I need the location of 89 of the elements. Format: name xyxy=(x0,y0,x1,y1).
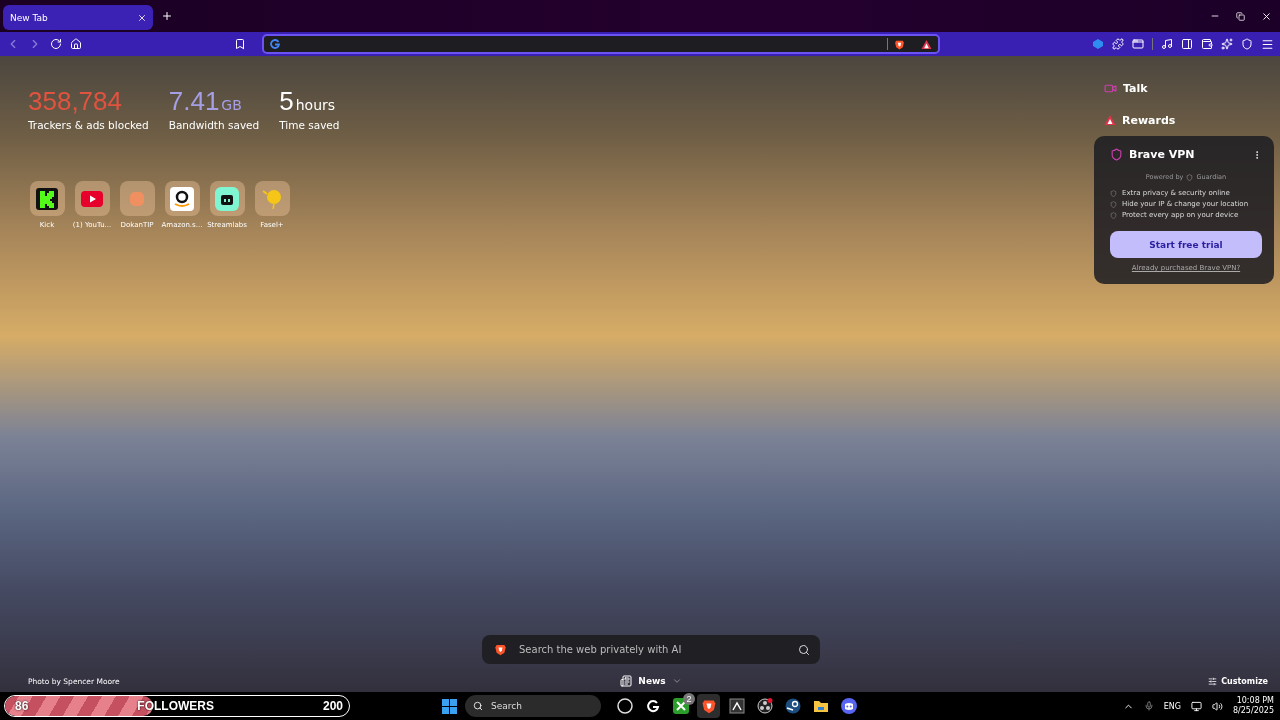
taskbar-search-input[interactable]: Search xyxy=(489,700,579,712)
wallet-icon xyxy=(1201,38,1213,50)
sparkles-button[interactable] xyxy=(1221,38,1233,50)
g-logo-icon xyxy=(270,39,280,49)
shield-icon xyxy=(1241,38,1253,50)
news-button[interactable]: News xyxy=(614,674,688,688)
stat-label: Trackers & ads blocked xyxy=(28,119,149,131)
puzzle-icon xyxy=(1112,38,1124,50)
close-icon xyxy=(137,12,147,23)
stat-label: Bandwidth saved xyxy=(168,119,260,131)
taskbar-app[interactable]: 2 xyxy=(669,694,692,718)
customize-button[interactable]: Customize xyxy=(1114,675,1274,687)
window-button[interactable] xyxy=(1132,38,1144,50)
clock[interactable]: 10:08 PM 8/25/2025 xyxy=(1232,697,1274,715)
reload-button[interactable] xyxy=(50,38,62,50)
shield-icon xyxy=(1110,200,1117,208)
close-icon xyxy=(1261,10,1272,22)
triangle-icon xyxy=(1104,114,1116,126)
wallet-button[interactable] xyxy=(1201,38,1213,50)
stat-value: 358,784 xyxy=(28,86,122,117)
app-square-icon xyxy=(728,698,745,714)
stat-label: Time saved xyxy=(279,119,340,131)
g-logo-icon xyxy=(645,699,660,713)
brave-lion-icon xyxy=(894,38,905,50)
home-button[interactable] xyxy=(70,38,82,50)
folder-icon xyxy=(812,698,829,714)
language-indicator[interactable]: ENG xyxy=(1163,701,1181,711)
new-tab-button[interactable] xyxy=(161,10,173,22)
k-logo-icon xyxy=(36,187,58,210)
follower-count: 86 xyxy=(15,699,29,713)
search-field[interactable]: Search the web privately with AI xyxy=(482,635,820,664)
extensions-button[interactable] xyxy=(1112,38,1124,50)
bookmark-button[interactable] xyxy=(234,38,246,50)
restore-icon xyxy=(1236,11,1245,21)
taskbar-app[interactable] xyxy=(697,694,720,718)
microphone-icon xyxy=(1143,701,1154,711)
sidebar-icon xyxy=(1181,38,1193,50)
tab-title: New Tab xyxy=(10,12,48,23)
address-bar[interactable] xyxy=(262,34,940,54)
music-note-icon xyxy=(1161,38,1173,50)
start-button[interactable] xyxy=(442,698,457,714)
volume-icon xyxy=(1211,700,1223,712)
search-icon xyxy=(798,643,810,656)
shield-icon xyxy=(1186,173,1194,181)
close-button[interactable] xyxy=(1261,10,1272,22)
discord-icon xyxy=(840,698,857,714)
a-logo-icon xyxy=(170,186,194,211)
chevron-down-icon xyxy=(671,676,682,686)
search-input[interactable]: Search the web privately with AI xyxy=(517,643,788,656)
start-trial-button[interactable]: Start free trial xyxy=(1110,231,1262,258)
brave-lion-icon xyxy=(700,698,717,714)
menu-button[interactable] xyxy=(1261,37,1274,51)
music-button[interactable] xyxy=(1161,38,1173,50)
home-icon xyxy=(70,38,82,50)
shield-icon xyxy=(1110,189,1117,197)
brave-lion-icon xyxy=(494,643,507,656)
stat-unit: hours xyxy=(295,97,336,113)
stat-value: 7.41 xyxy=(168,86,220,117)
steam-icon xyxy=(784,698,801,714)
shield-icon xyxy=(1110,211,1117,219)
notification-badge: 2 xyxy=(683,693,695,705)
close-tab-button[interactable] xyxy=(137,12,147,23)
sparkles-icon xyxy=(1221,38,1233,50)
xbox-icon xyxy=(672,698,689,714)
sliders-icon xyxy=(1208,676,1218,686)
stat-value: 5 xyxy=(279,86,294,117)
newspaper-icon xyxy=(620,675,633,687)
shield-icon xyxy=(1110,148,1123,161)
widget-link[interactable]: Rewards xyxy=(1104,104,1264,136)
menu-icon xyxy=(1261,37,1274,51)
reload-icon xyxy=(50,38,62,50)
follower-goal: 200 xyxy=(322,699,343,713)
app-icon[interactable] xyxy=(1092,38,1104,50)
taskbar-search-field[interactable]: Search xyxy=(465,695,601,717)
bookmark-icon xyxy=(234,38,246,50)
search-icon xyxy=(473,701,483,711)
plus-icon xyxy=(161,10,173,22)
stat-unit: GB xyxy=(221,97,242,113)
sidebar-button[interactable] xyxy=(1181,38,1193,50)
widget-link[interactable]: Talk xyxy=(1104,72,1264,104)
window-icon xyxy=(1132,38,1144,50)
shield-button[interactable] xyxy=(1241,38,1253,50)
network-icon xyxy=(1190,700,1202,712)
restore-button[interactable] xyxy=(1236,10,1245,22)
browser-tab[interactable]: New Tab xyxy=(3,5,153,30)
obs-icon xyxy=(756,698,773,714)
circle-app-icon xyxy=(616,698,633,714)
triangle-icon xyxy=(921,38,932,50)
vpn-title: Brave VPN xyxy=(1129,148,1196,161)
